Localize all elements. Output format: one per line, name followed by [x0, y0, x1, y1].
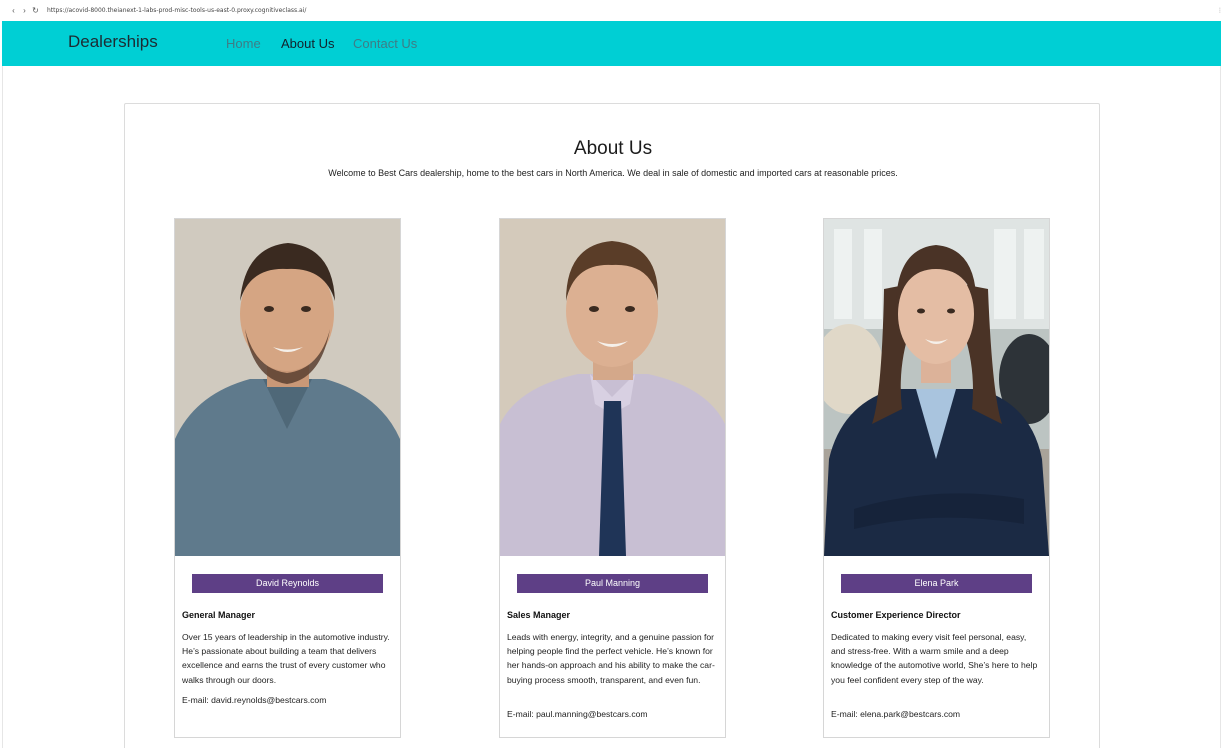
page-border-right: [1220, 66, 1221, 748]
profile-photo: [824, 219, 1049, 556]
browser-menu-icon[interactable]: ⋮: [1217, 7, 1223, 14]
top-navbar: Dealerships Home About Us Contact Us: [2, 21, 1221, 66]
member-bio: Over 15 years of leadership in the autom…: [182, 632, 390, 685]
profile-photo: [500, 219, 725, 556]
nav-link-about-us[interactable]: About Us: [281, 36, 334, 51]
team-card: Paul Manning Sales Manager Leads with en…: [499, 218, 726, 738]
page-title: About Us: [573, 138, 653, 159]
address-bar[interactable]: https://acovid-8000.theianext-1-labs-pro…: [47, 7, 306, 14]
member-role: Sales Manager: [507, 610, 571, 620]
member-bio: Leads with energy, integrity, and a genu…: [507, 632, 715, 685]
profile-photo: [175, 219, 400, 556]
nav-link-contact-us[interactable]: Contact Us: [353, 36, 417, 51]
member-name: Paul Manning: [517, 574, 708, 593]
member-bio: Dedicated to making every visit feel per…: [831, 632, 1038, 685]
page-border-left: [2, 66, 3, 748]
member-email[interactable]: E-mail: david.reynolds@bestcars.com: [182, 695, 326, 705]
nav-link-home[interactable]: Home: [226, 36, 261, 51]
member-role: General Manager: [182, 610, 256, 620]
forward-icon[interactable]: ›: [19, 6, 30, 16]
brand-logo[interactable]: Dealerships: [68, 32, 158, 52]
reload-icon[interactable]: ↻: [30, 6, 41, 16]
team-card: David Reynolds General Manager Over 15 y…: [174, 218, 401, 738]
member-email[interactable]: E-mail: paul.manning@bestcars.com: [507, 709, 648, 719]
member-role: Customer Experience Director: [831, 610, 961, 620]
member-name: Elena Park: [841, 574, 1032, 593]
team-card: Elena Park Customer Experience Director …: [823, 218, 1050, 738]
member-email[interactable]: E-mail: elena.park@bestcars.com: [831, 709, 960, 719]
browser-toolbar: ‹ › ↻ https://acovid-8000.theianext-1-la…: [0, 0, 1226, 21]
member-name: David Reynolds: [192, 574, 383, 593]
back-icon[interactable]: ‹: [8, 6, 19, 16]
about-container: About Us Welcome to Best Cars dealership…: [124, 103, 1100, 748]
intro-text: Welcome to Best Cars dealership, home to…: [328, 168, 898, 178]
